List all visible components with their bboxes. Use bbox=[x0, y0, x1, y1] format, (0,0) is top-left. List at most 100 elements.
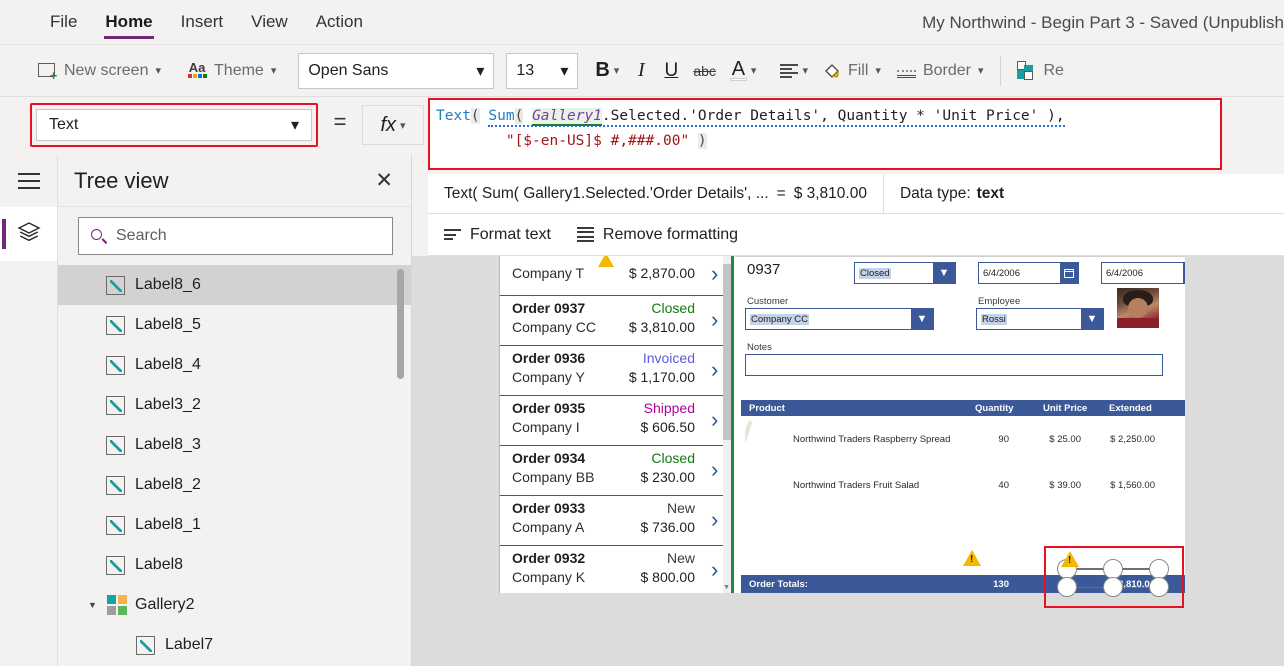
menu-item-home[interactable]: Home bbox=[91, 0, 166, 45]
data-type-cell: Data type: text bbox=[884, 174, 1020, 214]
resize-handle-bottom-center[interactable] bbox=[1103, 577, 1123, 597]
order-totals-label: Order Totals: bbox=[749, 579, 808, 590]
new-screen-button[interactable]: + New screen ▾ bbox=[30, 53, 169, 89]
underline-button[interactable]: U bbox=[656, 53, 686, 89]
gallery-order: Order 0933 bbox=[512, 500, 586, 516]
tree-item-label8-2[interactable]: Label8_2 bbox=[58, 465, 411, 505]
gallery-row[interactable]: Company T $ 2,870.00 › bbox=[500, 256, 731, 295]
gallery-row[interactable]: Order 0933 New Company A $ 736.00 › bbox=[500, 495, 731, 545]
expand-arrow-icon[interactable]: ▼ bbox=[88, 600, 99, 610]
menu-item-view[interactable]: View bbox=[237, 0, 302, 45]
fill-button[interactable]: Fill ▾ bbox=[815, 53, 889, 89]
menu-item-action[interactable]: Action bbox=[302, 0, 377, 45]
menu-item-label: File bbox=[50, 12, 78, 31]
tree-item-label7[interactable]: Label7 bbox=[58, 625, 411, 656]
tree-item-label8-3[interactable]: Label8_3 bbox=[58, 425, 411, 465]
tree-item-label: Label8_5 bbox=[135, 316, 201, 333]
theme-button[interactable]: Aa Theme ▾ bbox=[179, 53, 284, 89]
gallery-row[interactable]: Order 0932 New Company K $ 800.00 › bbox=[500, 545, 731, 593]
remove-formatting-button[interactable]: Remove formatting bbox=[576, 225, 739, 244]
property-select-highlight: Text ▾ bbox=[30, 103, 318, 147]
gallery-row[interactable]: Order 0934 Closed Company BB $ 230.00 › bbox=[500, 445, 731, 495]
calendar-icon bbox=[1183, 263, 1185, 283]
tree-item-label8-1[interactable]: Label8_1 bbox=[58, 505, 411, 545]
resize-handle-bottom-left[interactable] bbox=[1057, 577, 1077, 597]
gallery-control-icon bbox=[107, 595, 127, 615]
font-family-value: Open Sans bbox=[308, 61, 389, 79]
employee-dropdown[interactable]: Rossi ▼ bbox=[976, 308, 1104, 330]
data-type-value: text bbox=[976, 184, 1005, 202]
format-text-button[interactable]: Format text bbox=[444, 226, 551, 244]
hamburger-menu-button[interactable] bbox=[0, 155, 57, 207]
label-control-icon bbox=[106, 395, 125, 415]
gallery-row[interactable]: Order 0936 Invoiced Company Y $ 1,170.00… bbox=[500, 345, 731, 395]
label-control-icon bbox=[106, 275, 125, 295]
customer-value: Company CC bbox=[750, 313, 810, 325]
underline-icon: U bbox=[664, 59, 679, 81]
gallery-amount: $ 230.00 bbox=[640, 469, 696, 485]
gallery-scrollbar[interactable]: ▼ bbox=[723, 256, 731, 593]
format-text-label: Format text bbox=[470, 225, 551, 243]
label-control-icon bbox=[106, 475, 125, 495]
fx-button[interactable]: fx ▾ bbox=[362, 105, 424, 145]
fx-label: fx bbox=[380, 113, 397, 136]
tree-item-gallery2[interactable]: ▼ Gallery2 bbox=[58, 585, 411, 625]
font-color-button[interactable]: A ▾ bbox=[723, 53, 764, 89]
gallery-row[interactable]: Order 0935 Shipped Company I $ 606.50 › bbox=[500, 395, 731, 445]
gallery-amount: $ 3,810.00 bbox=[628, 319, 695, 335]
layers-icon bbox=[16, 221, 41, 248]
orders-gallery[interactable]: Company T $ 2,870.00 › Order 0937 Closed… bbox=[499, 256, 731, 593]
bold-button[interactable]: B ▾ bbox=[588, 53, 626, 89]
tree-item-label8[interactable]: Label8 bbox=[58, 545, 411, 585]
col-quantity: Quantity bbox=[975, 403, 1014, 414]
font-family-select[interactable]: Open Sans ▾ bbox=[298, 52, 495, 89]
resize-handle-top-right[interactable] bbox=[1149, 559, 1169, 579]
label-control-icon bbox=[106, 355, 125, 375]
gallery-scroll-thumb[interactable] bbox=[723, 264, 731, 440]
resize-handle-bottom-right[interactable] bbox=[1149, 577, 1169, 597]
formula-space-3 bbox=[689, 133, 698, 149]
property-select[interactable]: Text ▾ bbox=[36, 109, 312, 141]
notes-input[interactable] bbox=[745, 354, 1163, 376]
product-table-row[interactable]: Northwind Traders Fruit Salad 40 $ 39.00… bbox=[741, 464, 1185, 508]
tree-item-label8-4[interactable]: Label8_4 bbox=[58, 345, 411, 385]
menu-item-insert[interactable]: Insert bbox=[167, 0, 238, 45]
menu-item-file[interactable]: File bbox=[36, 0, 91, 45]
product-table-row[interactable]: Northwind Traders Raspberry Spread 90 $ … bbox=[741, 418, 1185, 462]
formula-input[interactable]: Text( Sum( Gallery1.Selected.'Order Deta… bbox=[436, 104, 1214, 154]
app-title: My Northwind - Begin Part 3 - Saved (Unp… bbox=[922, 12, 1284, 32]
close-icon[interactable]: ✕ bbox=[375, 170, 393, 191]
resize-handle-top-center[interactable] bbox=[1103, 559, 1123, 579]
tree-item-label8-6[interactable]: Label8_6 bbox=[58, 265, 411, 305]
align-button[interactable]: ▾ bbox=[773, 53, 815, 89]
col-extended: Extended bbox=[1109, 403, 1152, 414]
theme-icon: Aa bbox=[187, 61, 207, 79]
rail-item-tree-view[interactable] bbox=[0, 207, 57, 261]
gallery-row[interactable]: Order 0937 Closed Company CC $ 3,810.00 … bbox=[500, 295, 731, 345]
strikethrough-button[interactable]: abc bbox=[686, 53, 723, 89]
gallery-order: Order 0932 bbox=[512, 550, 586, 566]
fill-bucket-icon bbox=[823, 62, 841, 80]
tree-view-search-row: Search bbox=[58, 207, 411, 265]
required-date-field[interactable]: 6/4/2006 bbox=[1101, 262, 1185, 284]
order-date-field[interactable]: 6/4/2006 bbox=[978, 262, 1079, 284]
text-format-action-bar: Format text Remove formatting bbox=[428, 214, 1284, 256]
tree-item-label8-5[interactable]: Label8_5 bbox=[58, 305, 411, 345]
gallery-status: Invoiced bbox=[642, 350, 695, 366]
active-indicator bbox=[2, 219, 6, 249]
chevron-down-icon: ▾ bbox=[155, 65, 162, 77]
scroll-down-icon[interactable]: ▼ bbox=[723, 584, 730, 591]
gallery-order: Order 0934 bbox=[512, 450, 586, 466]
reorder-button[interactable]: Re bbox=[1009, 53, 1072, 89]
remove-formatting-label: Remove formatting bbox=[602, 225, 739, 243]
italic-button[interactable]: I bbox=[626, 53, 656, 89]
font-size-select[interactable]: 13 ▾ bbox=[506, 52, 579, 89]
gallery-amount: $ 1,170.00 bbox=[628, 369, 695, 385]
status-dropdown[interactable]: Closed ▼ bbox=[854, 262, 956, 284]
tree-view-scrollbar[interactable] bbox=[397, 269, 404, 379]
customer-dropdown[interactable]: Company CC ▼ bbox=[745, 308, 934, 330]
tree-item-label3-2[interactable]: Label3_2 bbox=[58, 385, 411, 425]
search-input[interactable]: Search bbox=[78, 217, 393, 255]
border-button[interactable]: Border ▾ bbox=[889, 53, 992, 89]
bold-icon: B bbox=[595, 59, 610, 81]
